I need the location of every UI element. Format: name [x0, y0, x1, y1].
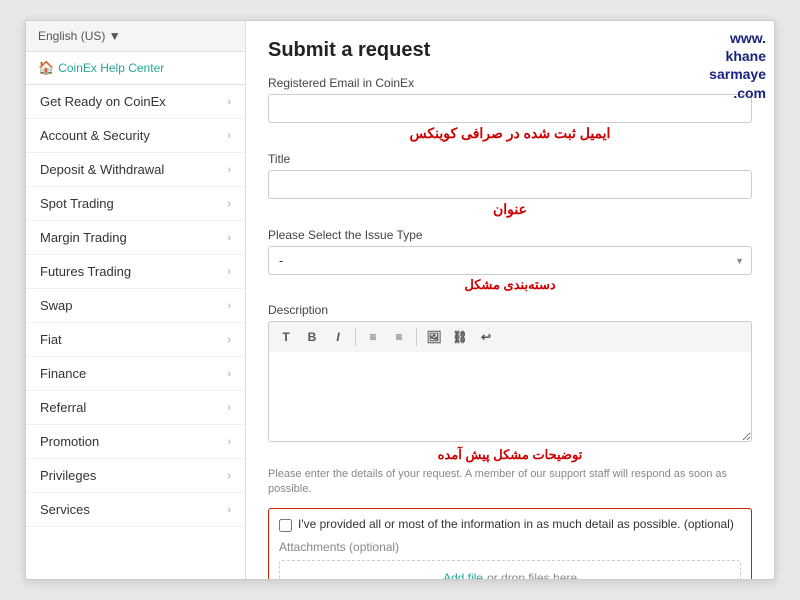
chevron-icon-6: ›: [227, 300, 231, 312]
sidebar-item-label-5: Futures Trading: [40, 264, 131, 279]
toolbar-undo-btn[interactable]: ↩: [475, 326, 497, 348]
sidebar-item-1[interactable]: Account & Security ›: [26, 119, 245, 153]
chevron-icon-11: ›: [227, 470, 231, 482]
sidebar-item-3[interactable]: Spot Trading ›: [26, 187, 245, 221]
title-section: Title عنوان: [268, 152, 752, 218]
main-container: English (US) ▼ 🏠 CoinEx Help Center Get …: [25, 20, 775, 580]
checkbox-label: I've provided all or most of the informa…: [298, 517, 734, 531]
chevron-icon-1: ›: [227, 130, 231, 142]
attach-drop-zone[interactable]: Add file or drop files here: [279, 560, 741, 579]
breadcrumb: 🏠 CoinEx Help Center: [26, 52, 245, 85]
issue-section: Please Select the Issue Type - دسته‌بندی…: [268, 228, 752, 293]
email-annotation: ایمیل ثبت شده در صرافی کوینکس: [268, 125, 752, 142]
toolbar-link-btn[interactable]: ⛓: [449, 326, 471, 348]
description-helper: Please enter the details of your request…: [268, 467, 752, 498]
attachments-label: Attachments (optional): [279, 540, 741, 554]
issue-annotation: دسته‌بندی مشکل: [268, 277, 752, 293]
toolbar-text-btn[interactable]: T: [275, 326, 297, 348]
watermark: www. khane sarmaye .com: [709, 29, 766, 102]
chevron-icon-0: ›: [227, 96, 231, 108]
chevron-icon-10: ›: [227, 436, 231, 448]
sidebar-item-12[interactable]: Services ›: [26, 493, 245, 527]
chevron-icon-12: ›: [227, 504, 231, 516]
description-label: Description: [268, 303, 752, 317]
breadcrumb-link[interactable]: CoinEx Help Center: [58, 61, 164, 75]
sidebar-item-5[interactable]: Futures Trading ›: [26, 255, 245, 289]
main-content: www. khane sarmaye .com Submit a request…: [246, 21, 774, 579]
chevron-icon-9: ›: [227, 402, 231, 414]
chevron-icon-4: ›: [227, 232, 231, 244]
provided-info-checkbox[interactable]: [279, 519, 292, 532]
sidebar-item-label-0: Get Ready on CoinEx: [40, 94, 166, 109]
sidebar-item-label-1: Account & Security: [40, 128, 150, 143]
sidebar-item-8[interactable]: Finance ›: [26, 357, 245, 391]
sidebar-item-label-2: Deposit & Withdrawal: [40, 162, 164, 177]
language-label: English (US) ▼: [38, 29, 121, 43]
sidebar: English (US) ▼ 🏠 CoinEx Help Center Get …: [26, 21, 246, 579]
sidebar-item-9[interactable]: Referral ›: [26, 391, 245, 425]
title-label: Title: [268, 152, 752, 166]
add-file-link[interactable]: Add file: [443, 571, 483, 579]
chevron-icon-8: ›: [227, 368, 231, 380]
page-title: Submit a request: [268, 39, 752, 62]
sidebar-item-label-8: Finance: [40, 366, 86, 381]
toolbar-italic-btn[interactable]: I: [327, 326, 349, 348]
description-section: Description T B I ≡ ≡ 🖼 ⛓ ↩ توضیحات مشکل…: [268, 303, 752, 498]
home-icon[interactable]: 🏠: [38, 60, 54, 76]
issue-label: Please Select the Issue Type: [268, 228, 752, 242]
toolbar-divider-1: [355, 328, 356, 346]
email-section: Registered Email in CoinEx ایمیل ثبت شده…: [268, 76, 752, 142]
sidebar-item-4[interactable]: Margin Trading ›: [26, 221, 245, 255]
issue-select-wrapper: -: [268, 246, 752, 275]
title-input[interactable]: [268, 170, 752, 199]
sidebar-item-6[interactable]: Swap ›: [26, 289, 245, 323]
sidebar-item-label-9: Referral: [40, 400, 86, 415]
chevron-icon-5: ›: [227, 266, 231, 278]
sidebar-item-10[interactable]: Promotion ›: [26, 425, 245, 459]
sidebar-item-label-7: Fiat: [40, 332, 62, 347]
issue-select[interactable]: -: [268, 246, 752, 275]
sidebar-item-label-11: Privileges: [40, 468, 96, 483]
title-annotation: عنوان: [268, 201, 752, 218]
toolbar-divider-2: [416, 328, 417, 346]
email-input[interactable]: [268, 94, 752, 123]
toolbar-bold-btn[interactable]: B: [301, 326, 323, 348]
sidebar-item-label-6: Swap: [40, 298, 73, 313]
description-annotation: توضیحات مشکل پیش آمده: [438, 447, 583, 463]
description-textarea[interactable]: [268, 352, 752, 442]
nav-items-container: Get Ready on CoinEx›Account & Security›D…: [26, 85, 245, 527]
description-toolbar: T B I ≡ ≡ 🖼 ⛓ ↩: [268, 321, 752, 352]
sidebar-item-11[interactable]: Privileges ›: [26, 459, 245, 493]
drop-text: or drop files here: [487, 571, 577, 579]
sidebar-item-label-3: Spot Trading: [40, 196, 114, 211]
sidebar-item-label-12: Services: [40, 502, 90, 517]
sidebar-item-label-4: Margin Trading: [40, 230, 127, 245]
sidebar-item-label-10: Promotion: [40, 434, 99, 449]
toolbar-image-btn[interactable]: 🖼: [423, 326, 445, 348]
chevron-icon-3: ›: [227, 198, 231, 210]
checkbox-attachments-section: I've provided all or most of the informa…: [268, 508, 752, 579]
chevron-icon-2: ›: [227, 164, 231, 176]
toolbar-olist-btn[interactable]: ≡: [388, 326, 410, 348]
language-selector[interactable]: English (US) ▼: [26, 21, 245, 52]
chevron-icon-7: ›: [227, 334, 231, 346]
toolbar-list-btn[interactable]: ≡: [362, 326, 384, 348]
checkbox-row: I've provided all or most of the informa…: [279, 517, 741, 532]
sidebar-item-7[interactable]: Fiat ›: [26, 323, 245, 357]
sidebar-item-0[interactable]: Get Ready on CoinEx ›: [26, 85, 245, 119]
sidebar-item-2[interactable]: Deposit & Withdrawal ›: [26, 153, 245, 187]
email-label: Registered Email in CoinEx: [268, 76, 752, 90]
